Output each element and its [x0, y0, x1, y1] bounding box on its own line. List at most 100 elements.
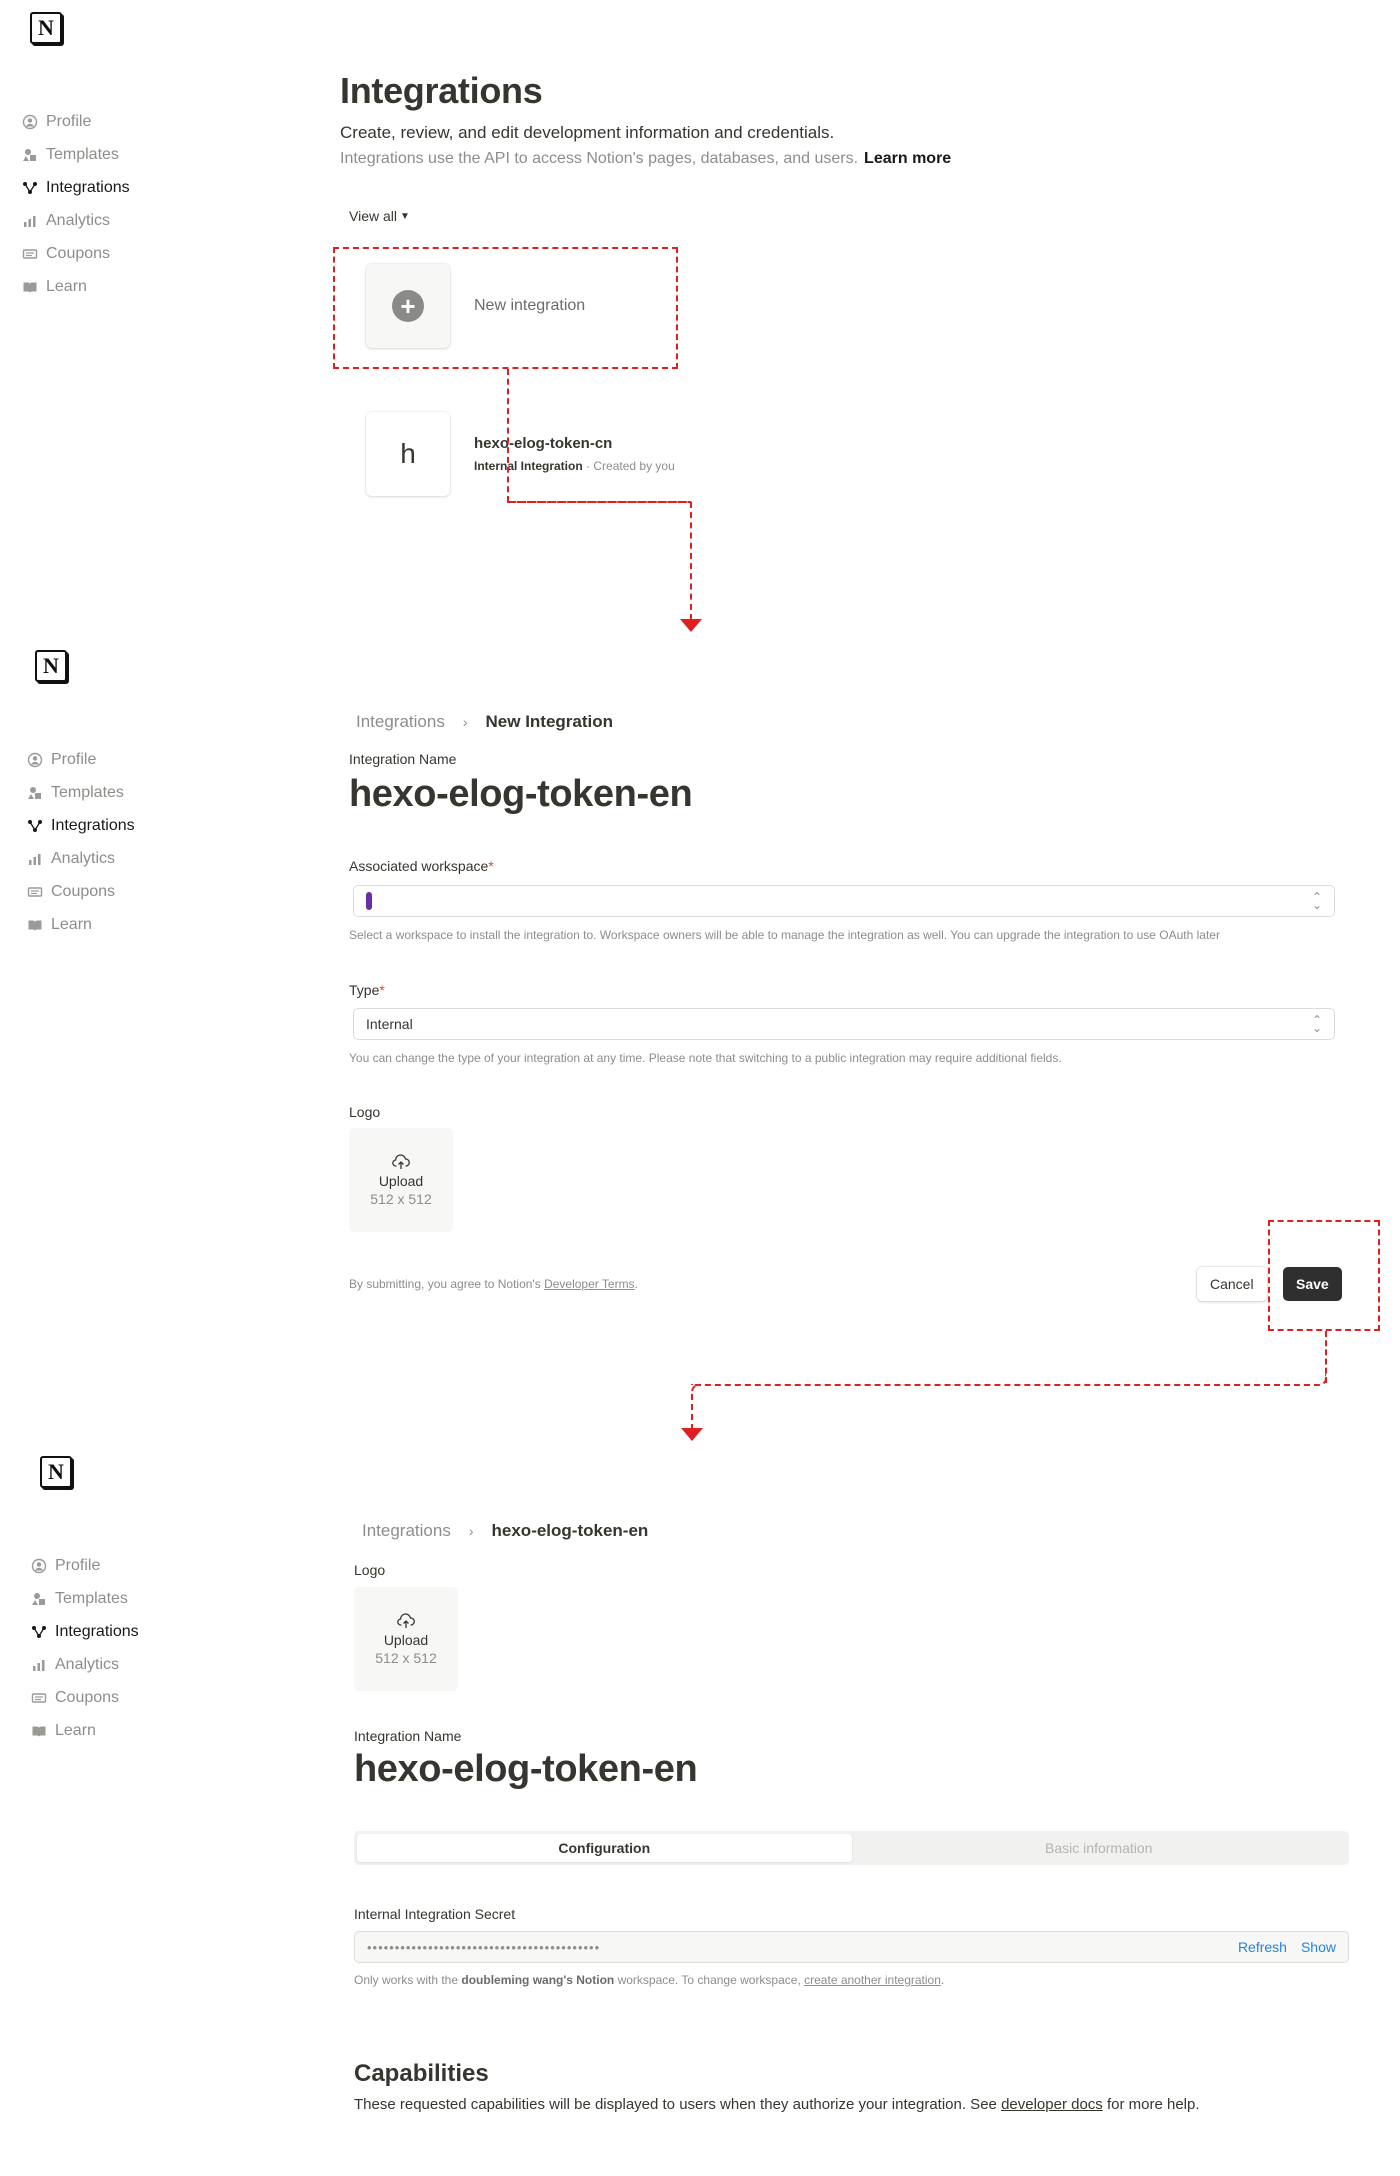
breadcrumb-root[interactable]: Integrations	[356, 712, 445, 732]
sidebar-item-label: Coupons	[55, 1689, 120, 1706]
sidebar-item-learn[interactable]: Learn	[22, 275, 130, 299]
sidebar-item-profile[interactable]: Profile	[27, 748, 135, 772]
sidebar-item-label: Integrations	[51, 817, 135, 834]
notion-logo[interactable]: N	[35, 650, 67, 682]
sidebar-item-analytics[interactable]: Analytics	[31, 1653, 139, 1677]
logo-upload[interactable]: Upload 512 x 512	[349, 1128, 453, 1232]
developer-docs-link[interactable]: developer docs	[1001, 2096, 1103, 2113]
terms-prefix: By submitting, you agree to Notion's	[349, 1277, 541, 1291]
tab-configuration[interactable]: Configuration	[357, 1834, 852, 1862]
type-select-value: Internal	[366, 1016, 413, 1032]
description-text: Integrations use the API to access Notio…	[340, 150, 859, 167]
sidebar-item-label: Coupons	[46, 245, 111, 262]
annotation-connector	[691, 1374, 1327, 1386]
breadcrumb-current: New Integration	[485, 712, 614, 731]
hint-prefix: Only works with the	[354, 1973, 459, 1987]
sidebar-item-templates[interactable]: Templates	[22, 143, 130, 167]
integration-name-input[interactable]: hexo-elog-token-en	[349, 773, 693, 816]
sidebar-item-analytics[interactable]: Analytics	[22, 209, 130, 233]
breadcrumb-root[interactable]: Integrations	[362, 1521, 451, 1541]
annotation-connector	[691, 1394, 693, 1430]
sidebar-item-templates[interactable]: Templates	[27, 781, 135, 805]
sidebar-item-profile[interactable]: Profile	[31, 1554, 139, 1578]
sidebar-item-label: Learn	[46, 278, 87, 295]
page-title: Integrations	[340, 70, 543, 111]
sidebar-item-integrations[interactable]: Integrations	[22, 176, 130, 200]
page-description: Integrations use the API to access Notio…	[340, 150, 951, 168]
upload-label: Upload	[378, 1172, 424, 1189]
integration-name-input[interactable]: hexo-elog-token-en	[354, 1748, 698, 1791]
workspace-hint: Select a workspace to install the integr…	[349, 928, 1220, 942]
sidebar-item-label: Integrations	[55, 1623, 139, 1640]
upload-label: Upload	[383, 1631, 429, 1648]
sidebar-item-learn[interactable]: Learn	[31, 1719, 139, 1743]
shapes-icon	[22, 147, 38, 163]
book-icon	[27, 917, 43, 933]
notion-logo[interactable]: N	[30, 12, 62, 44]
annotation-connector	[690, 502, 692, 620]
person-circle-icon	[31, 1558, 47, 1574]
ticket-icon	[22, 246, 38, 262]
type-label: Type*	[349, 982, 385, 998]
sidebar-item-label: Templates	[46, 146, 119, 163]
tab-basic-information[interactable]: Basic information	[852, 1834, 1347, 1862]
workspace-label: Associated workspace*	[349, 858, 494, 874]
sidebar-item-templates[interactable]: Templates	[31, 1587, 139, 1611]
shapes-icon	[31, 1591, 47, 1607]
upload-size: 512 x 512	[370, 1190, 432, 1207]
sidebar-item-label: Coupons	[51, 883, 116, 900]
chart-icon	[22, 213, 38, 229]
sidebar-item-integrations[interactable]: Integrations	[27, 814, 135, 838]
integration-name-label: Integration Name	[354, 1728, 462, 1744]
sidebar-nav: Profile Templates Integrations Analytics…	[27, 748, 135, 937]
capabilities-subtitle: These requested capabilities will be dis…	[354, 2096, 1200, 2113]
sidebar-item-coupons[interactable]: Coupons	[31, 1686, 139, 1710]
sidebar-item-label: Profile	[55, 1557, 101, 1574]
cancel-button[interactable]: Cancel	[1197, 1267, 1267, 1301]
refresh-button[interactable]: Refresh	[1238, 1939, 1287, 1955]
sidebar-nav: Profile Templates Integrations Analytics…	[22, 110, 130, 299]
cap-sub-prefix: These requested capabilities will be dis…	[354, 2096, 997, 2113]
chart-icon	[27, 851, 43, 867]
select-chevron-icon: ⌃ ⌄	[1311, 1013, 1322, 1035]
sidebar-item-coupons[interactable]: Coupons	[22, 242, 130, 266]
workspace-label-text: Associated workspace	[349, 858, 489, 874]
secret-hint: Only works with the doubleming wang's No…	[354, 1973, 944, 1987]
cloud-upload-icon	[392, 1153, 410, 1173]
logo-upload[interactable]: Upload 512 x 512	[354, 1587, 458, 1691]
workspace-select[interactable]: ⌃ ⌄	[353, 885, 1335, 917]
type-hint: You can change the type of your integrat…	[349, 1051, 1062, 1065]
ticket-icon	[27, 884, 43, 900]
cap-sub-suffix: for more help.	[1106, 2096, 1200, 2113]
breadcrumb-current: hexo-elog-token-en	[491, 1521, 649, 1540]
capabilities-title: Capabilities	[354, 2060, 489, 2087]
annotation-arrow-icon	[680, 619, 702, 632]
sidebar-item-label: Analytics	[55, 1656, 120, 1673]
sidebar-item-integrations[interactable]: Integrations	[31, 1620, 139, 1644]
view-all-dropdown[interactable]: View all ▼	[349, 208, 410, 224]
show-button[interactable]: Show	[1301, 1939, 1336, 1955]
integration-card[interactable]: h hexo-elog-token-cn Internal Integratio…	[366, 412, 675, 496]
sidebar-item-coupons[interactable]: Coupons	[27, 880, 135, 904]
chevron-right-icon: ›	[462, 714, 468, 730]
developer-terms-link[interactable]: Developer Terms	[544, 1277, 634, 1291]
settings-tabs: Configuration Basic information	[354, 1831, 1349, 1865]
nodes-icon	[31, 1624, 47, 1640]
create-another-integration-link[interactable]: create another integration	[804, 1973, 941, 1987]
sidebar-item-label: Templates	[51, 784, 124, 801]
annotation-arrow-icon	[681, 1428, 703, 1441]
upload-size: 512 x 512	[375, 1649, 437, 1666]
learn-more-link[interactable]: Learn more	[864, 150, 951, 167]
terms-text: By submitting, you agree to Notion's Dev…	[349, 1277, 638, 1291]
sidebar-item-learn[interactable]: Learn	[27, 913, 135, 937]
cloud-upload-icon	[397, 1612, 415, 1632]
sidebar-item-analytics[interactable]: Analytics	[27, 847, 135, 871]
breadcrumb: Integrations › New Integration	[356, 712, 613, 732]
notion-logo[interactable]: N	[40, 1456, 72, 1488]
secret-mask: ••••••••••••••••••••••••••••••••••••••••…	[367, 1939, 601, 1955]
integration-avatar: h	[366, 412, 450, 496]
meta-separator: ·	[586, 459, 591, 473]
type-select[interactable]: Internal ⌃ ⌄	[353, 1008, 1335, 1040]
secret-field[interactable]: ••••••••••••••••••••••••••••••••••••••••…	[354, 1931, 1349, 1963]
sidebar-item-profile[interactable]: Profile	[22, 110, 130, 134]
